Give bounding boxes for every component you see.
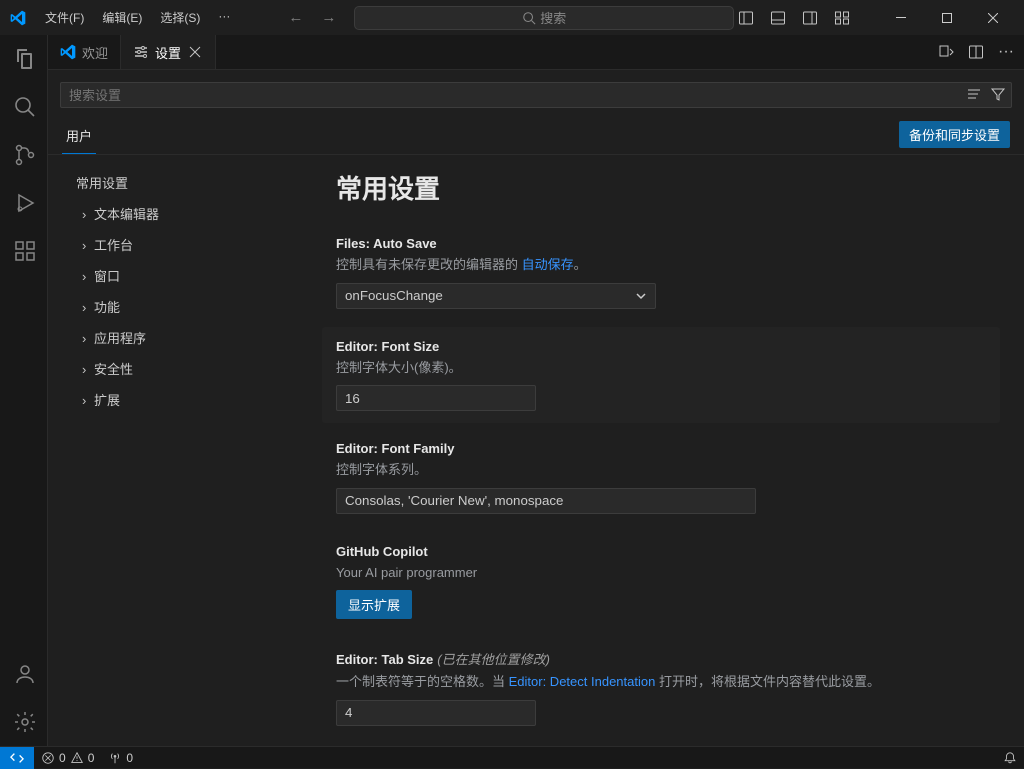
- status-ports[interactable]: 0: [101, 751, 140, 765]
- customize-layout-icon[interactable]: [834, 10, 850, 26]
- nav-common[interactable]: 常用设置: [48, 167, 318, 198]
- settings-search-input[interactable]: [60, 82, 1012, 108]
- fontsize-input[interactable]: [336, 385, 536, 411]
- setting-github-copilot: GitHub Copilot Your AI pair programmer 显…: [322, 532, 1000, 632]
- error-icon: [41, 751, 55, 765]
- setting-description: 控制字体系列。: [336, 460, 986, 480]
- nav-features[interactable]: ›功能: [48, 291, 318, 322]
- window-controls: [878, 0, 1016, 35]
- tab-welcome[interactable]: 欢迎: [48, 35, 121, 69]
- menu-bar: 文件(F) 编辑(E) 选择(S) ···: [35, 5, 238, 30]
- fontfamily-input[interactable]: [336, 488, 756, 514]
- nav-security[interactable]: ›安全性: [48, 353, 318, 384]
- search-placeholder-text: 搜索: [540, 8, 566, 27]
- setting-description: 控制具有未保存更改的编辑器的 自动保存。: [336, 255, 986, 275]
- activity-bar: [0, 35, 48, 746]
- section-heading: 常用设置: [336, 169, 1000, 206]
- vscode-icon: [60, 44, 76, 60]
- nav-forward-icon[interactable]: →: [321, 9, 336, 26]
- backup-sync-button[interactable]: 备份和同步设置: [899, 121, 1010, 148]
- tab-label: 欢迎: [82, 43, 108, 62]
- search-icon: [522, 11, 536, 25]
- nav-application[interactable]: ›应用程序: [48, 322, 318, 353]
- detect-indentation-link[interactable]: Editor: Detect Indentation: [509, 674, 656, 689]
- nav-window[interactable]: ›窗口: [48, 260, 318, 291]
- menu-file[interactable]: 文件(F): [37, 5, 92, 30]
- titlebar: 文件(F) 编辑(E) 选择(S) ··· ← → 搜索: [0, 0, 1024, 35]
- tab-settings[interactable]: 设置: [121, 35, 216, 69]
- setting-files-autosave: Files: Auto Save 控制具有未保存更改的编辑器的 自动保存。 on…: [322, 224, 1000, 321]
- maximize-button[interactable]: [924, 0, 970, 35]
- tabs-row: 欢迎 设置 ···: [48, 35, 1024, 70]
- activity-accounts[interactable]: [0, 650, 48, 698]
- editor-actions: ···: [938, 35, 1024, 69]
- activity-source-control[interactable]: [0, 131, 48, 179]
- settings-scope-row: 用户 备份和同步设置: [48, 114, 1024, 155]
- status-notifications[interactable]: [996, 751, 1024, 765]
- setting-title: Editor: Font Family: [336, 441, 986, 456]
- setting-title: Files: Auto Save: [336, 236, 986, 251]
- activity-search[interactable]: [0, 83, 48, 131]
- toggle-secondary-sidebar-icon[interactable]: [802, 10, 818, 26]
- nav-arrows: ← →: [288, 9, 336, 26]
- scope-user-tab[interactable]: 用户: [62, 120, 96, 154]
- close-button[interactable]: [970, 0, 1016, 35]
- settings-icon: [133, 44, 149, 60]
- warning-icon: [70, 751, 84, 765]
- minimize-button[interactable]: [878, 0, 924, 35]
- split-editor-icon[interactable]: [968, 44, 984, 60]
- filter-icon[interactable]: [990, 86, 1006, 102]
- activity-manage[interactable]: [0, 698, 48, 746]
- error-count: 0: [59, 751, 66, 765]
- layout-controls: [738, 10, 850, 26]
- setting-title: Editor: Font Size: [336, 339, 986, 354]
- activity-run-debug[interactable]: [0, 179, 48, 227]
- tabsize-input[interactable]: [336, 700, 536, 726]
- setting-title: GitHub Copilot: [336, 544, 986, 559]
- setting-description: 控制字体大小(像素)。: [336, 358, 986, 378]
- nav-text-editor[interactable]: ›文本编辑器: [48, 198, 318, 229]
- autosave-select[interactable]: onFocusChange: [336, 283, 656, 309]
- remote-indicator[interactable]: [0, 747, 34, 769]
- status-bar: 0 0 0: [0, 746, 1024, 768]
- nav-extensions[interactable]: ›扩展: [48, 384, 318, 415]
- toggle-panel-icon[interactable]: [770, 10, 786, 26]
- nav-workbench[interactable]: ›工作台: [48, 229, 318, 260]
- settings-content[interactable]: 常用设置 Files: Auto Save 控制具有未保存更改的编辑器的 自动保…: [318, 155, 1024, 746]
- activity-extensions[interactable]: [0, 227, 48, 275]
- setting-editor-fontsize: Editor: Font Size 控制字体大小(像素)。: [322, 327, 1000, 424]
- menu-edit[interactable]: 编辑(E): [94, 5, 150, 30]
- vscode-logo: [0, 10, 35, 26]
- close-icon[interactable]: [187, 44, 203, 60]
- clear-search-icon[interactable]: [966, 86, 982, 102]
- status-problems[interactable]: 0 0: [34, 751, 101, 765]
- bell-icon: [1003, 751, 1017, 765]
- more-actions-icon[interactable]: ···: [998, 43, 1014, 61]
- menu-more[interactable]: ···: [210, 5, 238, 30]
- toggle-primary-sidebar-icon[interactable]: [738, 10, 754, 26]
- autosave-link[interactable]: 自动保存: [522, 257, 574, 272]
- port-count: 0: [126, 751, 133, 765]
- open-settings-json-icon[interactable]: [938, 44, 954, 60]
- editor-area: 欢迎 设置 ··· 用户 备份和: [48, 35, 1024, 746]
- setting-description: Your AI pair programmer: [336, 563, 986, 583]
- menu-select[interactable]: 选择(S): [152, 5, 208, 30]
- modified-elsewhere-label: (已在其他位置修改): [437, 652, 550, 667]
- settings-toc: 常用设置 ›文本编辑器 ›工作台 ›窗口 ›功能 ›应用程序 ›安全性 ›扩展: [48, 155, 318, 746]
- show-extension-button[interactable]: 显示扩展: [336, 590, 412, 619]
- activity-explorer[interactable]: [0, 35, 48, 83]
- nav-back-icon[interactable]: ←: [288, 9, 303, 26]
- warning-count: 0: [88, 751, 95, 765]
- setting-editor-fontfamily: Editor: Font Family 控制字体系列。: [322, 429, 1000, 526]
- setting-title: Editor: Tab Size(已在其他位置修改): [336, 649, 986, 668]
- command-center-search[interactable]: 搜索: [354, 6, 734, 30]
- radio-tower-icon: [108, 751, 122, 765]
- settings-editor: 用户 备份和同步设置 常用设置 ›文本编辑器 ›工作台 ›窗口 ›功能 ›应用程…: [48, 70, 1024, 746]
- tab-label: 设置: [155, 43, 181, 62]
- setting-description: 一个制表符等于的空格数。当 Editor: Detect Indentation…: [336, 672, 986, 692]
- setting-editor-tabsize: Editor: Tab Size(已在其他位置修改) 一个制表符等于的空格数。当…: [322, 637, 1000, 738]
